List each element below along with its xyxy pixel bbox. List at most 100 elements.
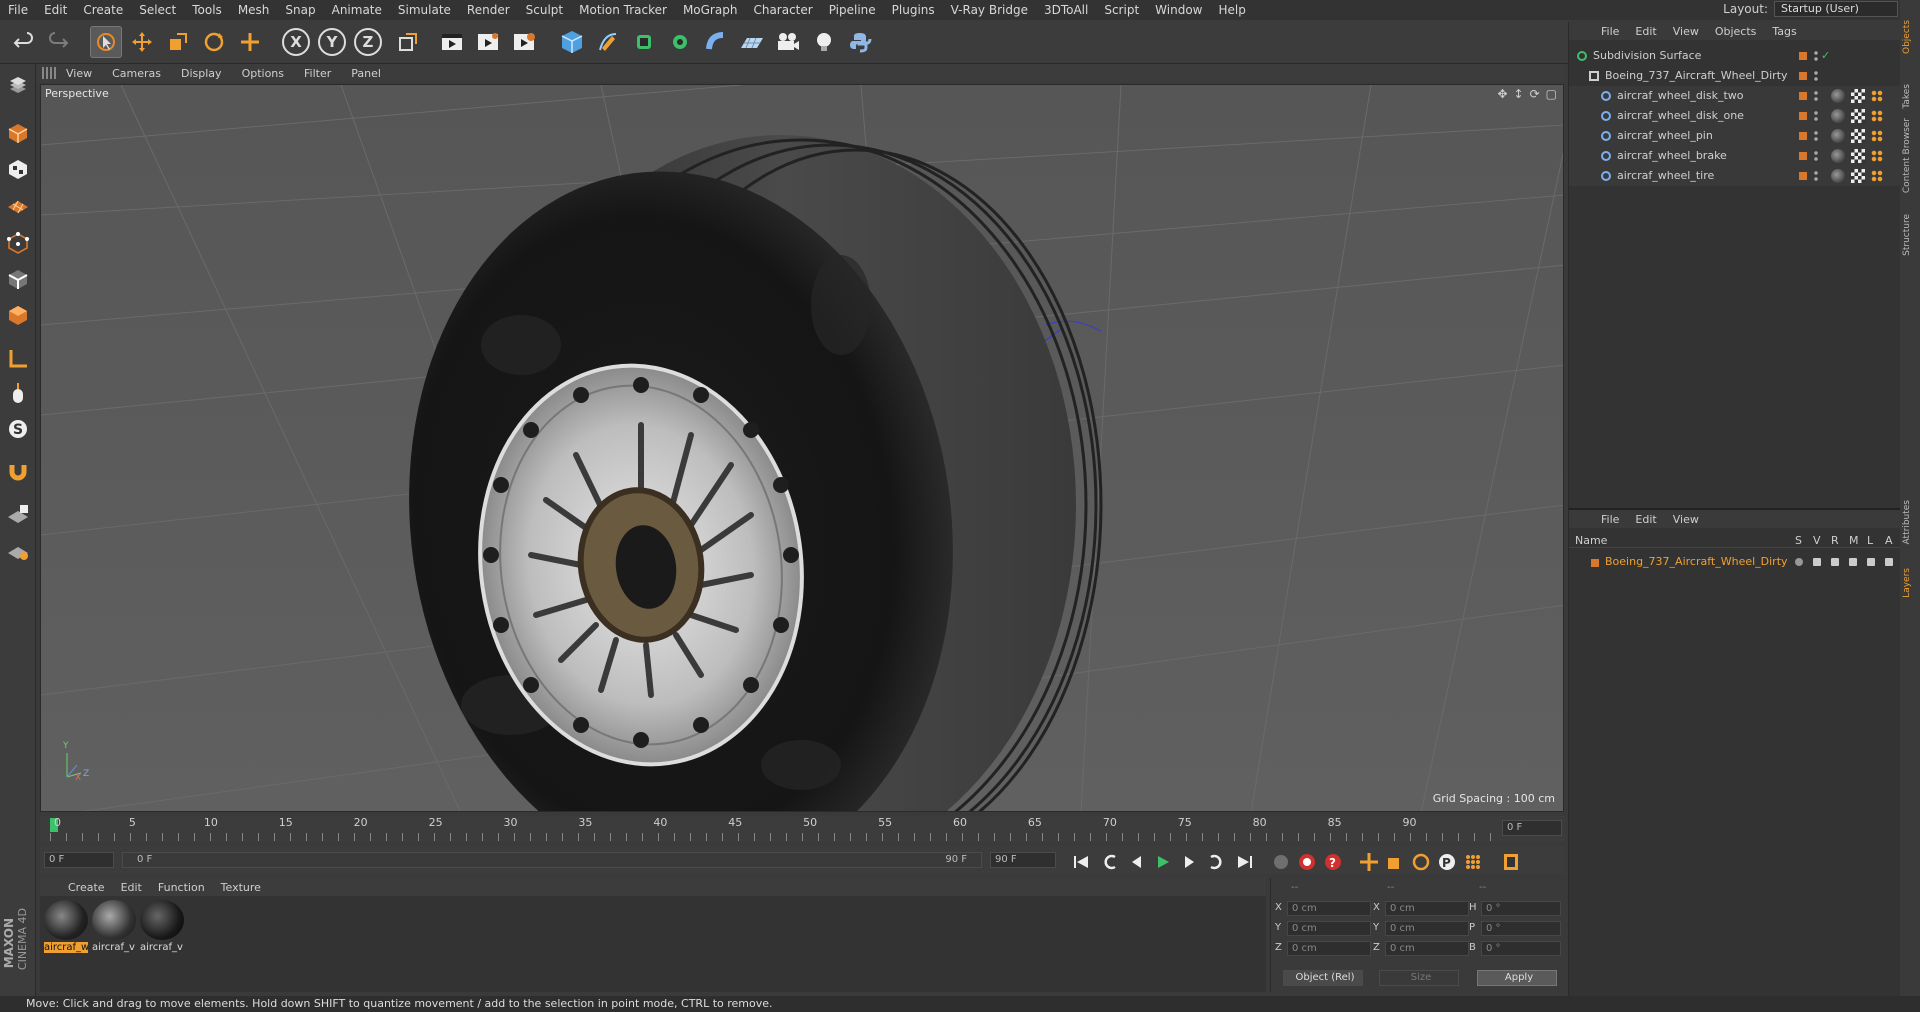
menu-sculpt[interactable]: Sculpt xyxy=(518,3,571,17)
layer-col-v[interactable]: V xyxy=(1813,534,1821,547)
tab-attributes[interactable]: Attributes xyxy=(1902,500,1918,544)
menu-script[interactable]: Script xyxy=(1096,3,1147,17)
menu-render[interactable]: Render xyxy=(459,3,518,17)
layer-col-l[interactable]: L xyxy=(1867,534,1873,547)
timeline-layout-icon[interactable] xyxy=(1500,851,1522,873)
timeline-ruler[interactable]: 0 5 10 15 20 25 30 35 40 45 50 55 60 65 70 75 80 85 90 0 F xyxy=(40,816,1564,842)
menu-mograph[interactable]: MoGraph xyxy=(675,3,746,17)
menu-mesh[interactable]: Mesh xyxy=(230,3,278,17)
viewport-menu-panel[interactable]: Panel xyxy=(341,67,391,80)
layer-color-dot[interactable] xyxy=(1799,132,1807,140)
layer-color-dot[interactable] xyxy=(1799,112,1807,120)
menu-plugins[interactable]: Plugins xyxy=(884,3,943,17)
material-swatch[interactable]: aircraf_v xyxy=(140,900,184,956)
polygon-mode-icon[interactable] xyxy=(3,300,33,330)
layer-color-dot[interactable] xyxy=(1799,172,1807,180)
menu-tools[interactable]: Tools xyxy=(184,3,230,17)
workplane-mode-icon[interactable] xyxy=(3,190,33,220)
texture-tag-icon[interactable] xyxy=(1851,169,1865,183)
tab-content-browser[interactable]: Content Browser xyxy=(1902,118,1918,193)
point-mode-icon[interactable] xyxy=(3,228,33,258)
size-field[interactable]: 0 cm xyxy=(1385,941,1469,956)
previous-key-icon[interactable] xyxy=(1100,851,1122,873)
material-tag-icon[interactable] xyxy=(1831,129,1845,143)
object-menu-file[interactable]: File xyxy=(1593,25,1627,38)
layer-col-s[interactable]: S xyxy=(1795,534,1802,547)
make-editable-icon[interactable] xyxy=(3,70,33,100)
orbit-icon[interactable]: ⟳ xyxy=(1530,87,1540,101)
layer-locked-toggle-icon[interactable] xyxy=(1867,558,1875,566)
layer-color-dot[interactable] xyxy=(1799,72,1807,80)
menu-animate[interactable]: Animate xyxy=(324,3,390,17)
object-row[interactable]: Boeing_737_Aircraft_Wheel_Dirty xyxy=(1569,66,1901,86)
size-field[interactable]: 0 cm xyxy=(1385,921,1469,936)
rotate-icon[interactable] xyxy=(198,26,230,58)
position-field[interactable]: 0 cm xyxy=(1287,921,1371,936)
phong-tag-icon[interactable] xyxy=(1871,90,1883,102)
texture-tag-icon[interactable] xyxy=(1851,129,1865,143)
move-icon[interactable] xyxy=(126,26,158,58)
viewport-menu-view[interactable]: View xyxy=(56,67,102,80)
viewport-menu-display[interactable]: Display xyxy=(171,67,232,80)
menu-window[interactable]: Window xyxy=(1147,3,1210,17)
light-icon[interactable] xyxy=(808,26,840,58)
object-menu-objects[interactable]: Objects xyxy=(1707,25,1765,38)
material-swatch[interactable]: aircraf_w xyxy=(44,900,88,956)
material-menu-edit[interactable]: Edit xyxy=(113,881,150,894)
layer-col-a[interactable]: A xyxy=(1885,534,1893,547)
rotation-field[interactable]: 0 ° xyxy=(1481,921,1561,936)
end-frame-field[interactable]: 90 F xyxy=(990,852,1056,868)
layer-render-toggle-icon[interactable] xyxy=(1831,558,1839,566)
layer-color-dot[interactable] xyxy=(1799,152,1807,160)
material-menu-create[interactable]: Create xyxy=(60,881,113,894)
material-tag-icon[interactable] xyxy=(1831,149,1845,163)
dolly-icon[interactable]: ↕ xyxy=(1514,87,1524,101)
layer-menu-view[interactable]: View xyxy=(1665,513,1707,526)
object-row[interactable]: aircraf_wheel_disk_two xyxy=(1569,86,1901,106)
y-axis-lock-icon[interactable]: Y xyxy=(318,28,346,56)
snap-icon[interactable]: S xyxy=(3,414,33,444)
python-script-icon[interactable] xyxy=(844,26,876,58)
rotation-field[interactable]: 0 ° xyxy=(1481,941,1561,956)
viewport-menu-options[interactable]: Options xyxy=(232,67,294,80)
layer-visible-toggle-icon[interactable] xyxy=(1813,558,1821,566)
phong-tag-icon[interactable] xyxy=(1871,150,1883,162)
edge-mode-icon[interactable] xyxy=(3,264,33,294)
render-settings-icon[interactable] xyxy=(508,26,540,58)
key-pla-icon[interactable] xyxy=(1462,851,1484,873)
object-menu-edit[interactable]: Edit xyxy=(1627,25,1664,38)
pen-spline-icon[interactable] xyxy=(592,26,624,58)
layer-menu-file[interactable]: File xyxy=(1593,513,1627,526)
material-tag-icon[interactable] xyxy=(1831,169,1845,183)
layout-dropdown[interactable]: Startup (User) xyxy=(1774,1,1898,17)
layer-solo-toggle-icon[interactable] xyxy=(1795,558,1803,566)
subdivision-generator-icon[interactable] xyxy=(628,26,660,58)
visibility-dots-icon[interactable] xyxy=(1813,170,1819,182)
visibility-dots-icon[interactable] xyxy=(1813,150,1819,162)
visibility-dots-icon[interactable] xyxy=(1813,130,1819,142)
texture-tag-icon[interactable] xyxy=(1851,109,1865,123)
current-frame-field[interactable]: 0 F xyxy=(1502,820,1562,836)
texture-mode-icon[interactable] xyxy=(3,154,33,184)
key-position-icon[interactable] xyxy=(1358,851,1380,873)
redo-icon[interactable] xyxy=(42,26,74,58)
material-swatch[interactable]: aircraf_v xyxy=(92,900,136,956)
camera-icon[interactable] xyxy=(772,26,804,58)
grid-snap-icon[interactable] xyxy=(3,536,33,566)
layer-col-m[interactable]: M xyxy=(1849,534,1859,547)
frame-range-slider[interactable]: 0 F 90 F xyxy=(122,852,982,868)
bend-deformer-icon[interactable] xyxy=(700,26,732,58)
menu-pipeline[interactable]: Pipeline xyxy=(821,3,884,17)
3d-viewport[interactable]: Perspective Y Z X ✥ ↕ ⟳ ▢ Grid Spacing :… xyxy=(40,84,1564,812)
menu-create[interactable]: Create xyxy=(75,3,131,17)
texture-tag-icon[interactable] xyxy=(1851,149,1865,163)
keyframe-selection-icon[interactable]: ? xyxy=(1322,851,1344,873)
visibility-dots-icon[interactable] xyxy=(1813,110,1819,122)
visibility-dots-icon[interactable] xyxy=(1813,50,1819,62)
object-menu-view[interactable]: View xyxy=(1665,25,1707,38)
key-scale-icon[interactable] xyxy=(1384,851,1406,873)
record-keys-icon[interactable] xyxy=(1270,851,1292,873)
recent-tool-icon[interactable] xyxy=(234,26,266,58)
visibility-dots-icon[interactable] xyxy=(1813,70,1819,82)
layer-row[interactable]: Boeing_737_Aircraft_Wheel_Dirty xyxy=(1569,552,1901,572)
